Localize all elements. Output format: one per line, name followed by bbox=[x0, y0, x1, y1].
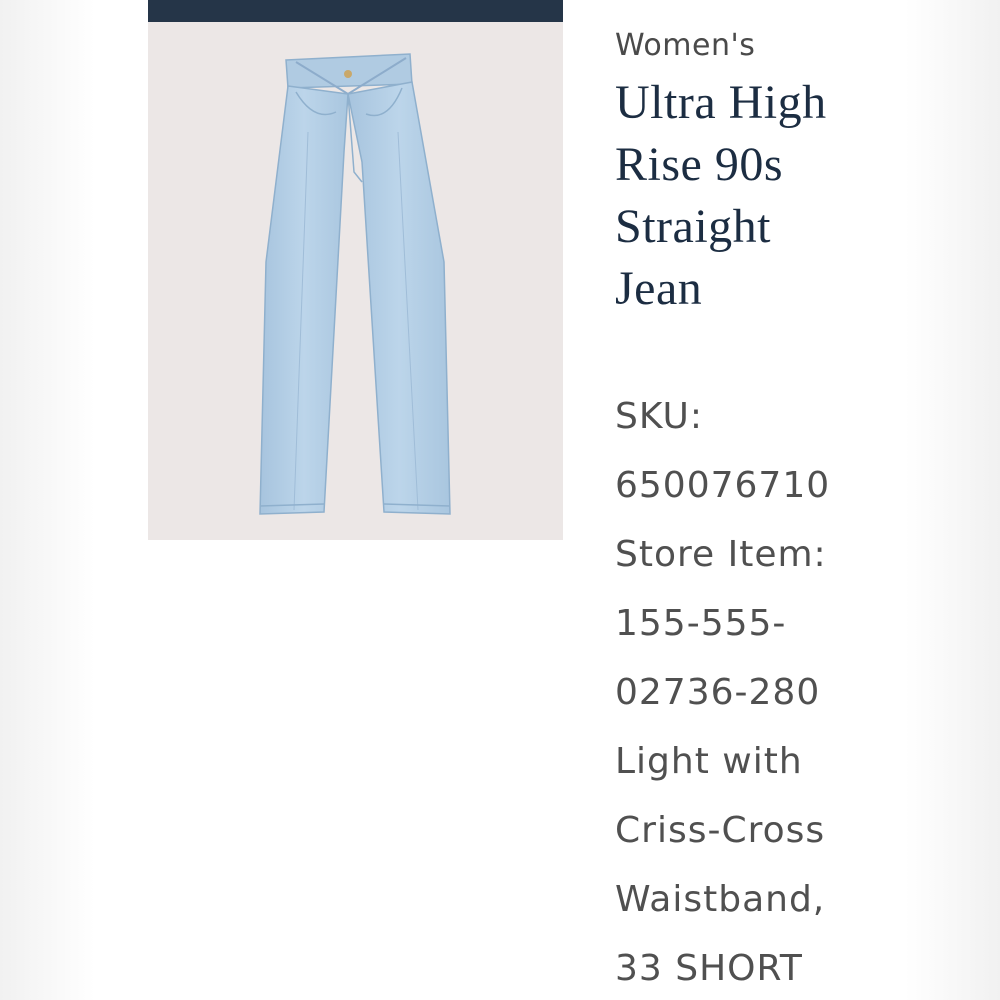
color-description-line: Light with bbox=[615, 741, 803, 782]
store-item-value-line: 155-555- bbox=[615, 603, 787, 644]
product-title: Ultra High Rise 90s Straight Jean bbox=[615, 72, 900, 320]
page: Women's Ultra High Rise 90s Straight Jea… bbox=[0, 0, 1000, 1000]
store-item-value-line: 02736-280 bbox=[615, 672, 821, 713]
color-description-line: Criss-Cross bbox=[615, 810, 826, 851]
sku-label: SKU: bbox=[615, 396, 703, 437]
product-title-line: Ultra High bbox=[615, 76, 827, 129]
product-title-line: Straight bbox=[615, 200, 771, 253]
jeans-image bbox=[259, 53, 451, 515]
product-info: Women's Ultra High Rise 90s Straight Jea… bbox=[615, 24, 900, 1000]
product-title-line: Jean bbox=[615, 262, 703, 315]
product-category: Women's bbox=[615, 28, 756, 63]
product-details: SKU: 650076710 Store Item: 155-555- 0273… bbox=[615, 382, 900, 1000]
color-description-line: Waistband, bbox=[615, 879, 826, 920]
sku-value: 650076710 bbox=[615, 465, 831, 506]
product-image[interactable] bbox=[148, 22, 563, 540]
product-title-line: Rise 90s bbox=[615, 138, 784, 191]
store-item-label: Store Item: bbox=[615, 534, 827, 575]
header-bar bbox=[148, 0, 563, 22]
size-value: 33 SHORT bbox=[615, 948, 803, 989]
